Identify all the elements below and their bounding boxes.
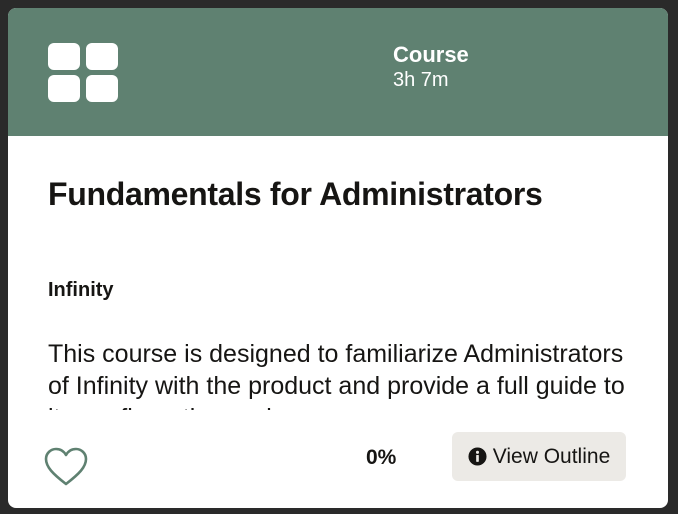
course-provider: Infinity (48, 279, 114, 301)
course-description: This course is designed to familiarize A… (48, 340, 625, 410)
grid-icon (48, 43, 120, 103)
view-outline-button[interactable]: View Outline (452, 432, 626, 481)
view-outline-label: View Outline (492, 444, 611, 468)
favorite-button[interactable] (43, 446, 89, 488)
course-duration: 3h 7m (393, 69, 449, 91)
course-meta: Course 3h 7m (393, 42, 469, 92)
course-card[interactable]: Course 3h 7m Fundamentals for Administra… (8, 8, 668, 508)
heart-outline-icon (44, 447, 88, 486)
progress-percent: 0% (366, 446, 397, 469)
card-header: Course 3h 7m (8, 8, 668, 136)
info-circle-icon (468, 447, 487, 466)
content-type-label: Course (393, 42, 469, 67)
course-title[interactable]: Fundamentals for Administrators (48, 176, 543, 213)
